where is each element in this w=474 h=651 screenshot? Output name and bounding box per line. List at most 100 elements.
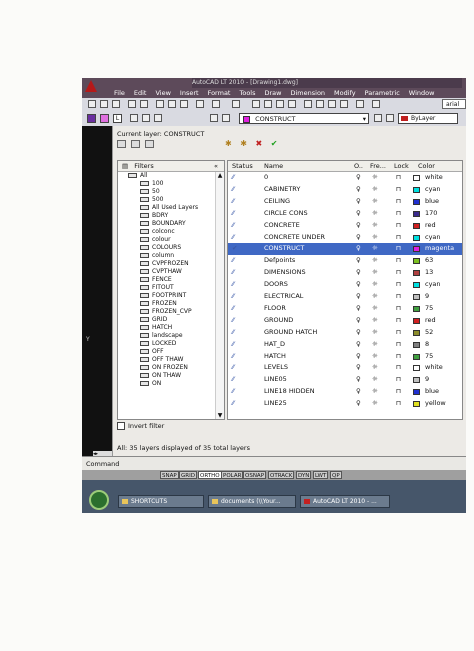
col-status[interactable]: Status (232, 161, 253, 171)
menu-window[interactable]: Window (405, 88, 440, 98)
sun-icon[interactable]: ☼ (372, 184, 378, 196)
save-icon[interactable] (112, 100, 120, 108)
undo-icon[interactable] (212, 100, 220, 108)
layer-row[interactable]: ⁄⁄ CONCRETE ♀ ☼ ⊓ red (228, 220, 462, 232)
lwt-toggle[interactable]: LWT (313, 471, 329, 479)
filter-tree-item[interactable]: All (118, 172, 216, 180)
polar-toggle[interactable]: POLAR (221, 471, 244, 479)
color-dropdown[interactable]: ByLayer (398, 113, 458, 124)
style-icon[interactable] (130, 114, 138, 122)
filter-scrollbar[interactable]: ▲ ▼ (215, 172, 224, 419)
filter-tree-item[interactable]: FOOTPRINT (118, 292, 216, 300)
layer-row[interactable]: ⁄⁄ DIMENSIONS ♀ ☼ ⊓ 13 (228, 267, 462, 279)
menu-edit[interactable]: Edit (130, 88, 152, 98)
ortho-toggle[interactable]: ORTHO (198, 471, 222, 479)
invert-filter-checkbox[interactable]: Invert filter (117, 422, 164, 430)
start-orb-icon[interactable] (89, 490, 109, 510)
col-lock[interactable]: Lock (394, 161, 409, 171)
collapse-button[interactable]: « (214, 161, 218, 171)
bulb-icon[interactable]: ♀ (356, 374, 361, 386)
toolpalettes-icon[interactable] (328, 100, 336, 108)
color-swatch-icon[interactable] (413, 329, 420, 336)
menu-dimension[interactable]: Dimension (286, 88, 330, 98)
sheetset-icon[interactable] (340, 100, 348, 108)
color-swatch-icon[interactable] (413, 282, 420, 289)
layer-row[interactable]: ⁄⁄ 0 ♀ ☼ ⊓ white (228, 172, 462, 184)
lock-icon[interactable]: ⊓ (396, 386, 401, 398)
filter-tree-item[interactable]: 50 (118, 188, 216, 196)
color-swatch-icon[interactable] (413, 389, 420, 396)
matchprop-icon[interactable] (196, 100, 204, 108)
task-documents[interactable]: documents (\\Your... (208, 495, 296, 508)
filter-tree-item[interactable]: BDRY (118, 212, 216, 220)
layer-row[interactable]: ⁄⁄ ELECTRICAL ♀ ☼ ⊓ 9 (228, 291, 462, 303)
sun-icon[interactable]: ☼ (372, 315, 378, 327)
filter-tree-item[interactable]: landscape (118, 332, 216, 340)
bulb-icon[interactable]: ♀ (356, 243, 361, 255)
lock-icon[interactable]: ⊓ (396, 172, 401, 184)
cut-icon[interactable] (156, 100, 164, 108)
lock-icon[interactable]: ⊓ (396, 398, 401, 410)
bulb-icon[interactable]: ♀ (356, 208, 361, 220)
menu-tools[interactable]: Tools (235, 88, 260, 98)
paste-icon[interactable] (180, 100, 188, 108)
layer-row[interactable]: ⁄⁄ Defpoints ♀ ☼ ⊓ 63 (228, 255, 462, 267)
lock-icon[interactable]: ⊓ (396, 232, 401, 244)
zoom-window-icon[interactable] (276, 100, 284, 108)
layer-row[interactable]: ⁄⁄ CABINETRY ♀ ☼ ⊓ cyan (228, 184, 462, 196)
filter-tree-item[interactable]: ON THAW (118, 372, 216, 380)
zoom-previous-icon[interactable] (288, 100, 296, 108)
layer-row[interactable]: ⁄⁄ CIRCLE CONS ♀ ☼ ⊓ 170 (228, 208, 462, 220)
calculator-icon[interactable] (356, 100, 364, 108)
sun-icon[interactable]: ☼ (372, 362, 378, 374)
layer-row[interactable]: ⁄⁄ LINE05 ♀ ☼ ⊓ 9 (228, 374, 462, 386)
layer-state-icon[interactable] (100, 114, 109, 123)
sun-icon[interactable]: ☼ (372, 279, 378, 291)
layer-row[interactable]: ⁄⁄ CEILING ♀ ☼ ⊓ blue (228, 196, 462, 208)
osnap-toggle[interactable]: OSNAP (243, 471, 267, 479)
sun-icon[interactable]: ☼ (372, 374, 378, 386)
filter-tree-item[interactable]: ON (118, 380, 216, 388)
color-swatch-icon[interactable] (413, 341, 420, 348)
filter-tree-item[interactable]: LOCKED (118, 340, 216, 348)
sun-icon[interactable]: ☼ (372, 291, 378, 303)
lock-icon[interactable]: ⊓ (396, 184, 401, 196)
bulb-icon[interactable]: ♀ (356, 184, 361, 196)
color-swatch-icon[interactable] (413, 222, 420, 229)
menu-insert[interactable]: Insert (176, 88, 204, 98)
col-on[interactable]: O.. (354, 161, 363, 171)
bulb-icon[interactable]: ♀ (356, 267, 361, 279)
lock-icon[interactable]: ⊓ (396, 315, 401, 327)
layer-sun-icon[interactable] (222, 114, 230, 122)
layer-bulb-icon[interactable] (210, 114, 218, 122)
color-swatch-icon[interactable] (413, 198, 420, 205)
sun-icon[interactable]: ☼ (372, 386, 378, 398)
dyn-toggle[interactable]: DYN (296, 471, 312, 479)
new-layer-frozen-icon[interactable]: ✱ (240, 140, 249, 148)
bulb-icon[interactable]: ♀ (356, 255, 361, 267)
command-line[interactable]: Command (82, 456, 466, 471)
sun-icon[interactable]: ☼ (372, 398, 378, 410)
filter-tree-item[interactable]: HATCH (118, 324, 216, 332)
lock-icon[interactable]: ⊓ (396, 339, 401, 351)
filter-tree-item[interactable]: COLOURS (118, 244, 216, 252)
color-swatch-icon[interactable] (413, 186, 420, 193)
layer-row[interactable]: ⁄⁄ FLOOR ♀ ☼ ⊓ 75 (228, 303, 462, 315)
sun-icon[interactable]: ☼ (372, 327, 378, 339)
menu-modify[interactable]: Modify (330, 88, 361, 98)
sun-icon[interactable]: ☼ (372, 208, 378, 220)
color-swatch-icon[interactable] (413, 365, 420, 372)
bulb-icon[interactable]: ♀ (356, 398, 361, 410)
tablestyle-icon[interactable] (154, 114, 162, 122)
scroll-up-icon[interactable]: ▲ (216, 172, 224, 180)
filter-tree-item[interactable]: CVPTHAW (118, 268, 216, 276)
color-swatch-icon[interactable] (413, 294, 420, 300)
bulb-icon[interactable]: ♀ (356, 196, 361, 208)
layer-row[interactable]: ⁄⁄ LINE25 ♀ ☼ ⊓ yellow (228, 398, 462, 410)
bulb-icon[interactable]: ♀ (356, 315, 361, 327)
color-swatch-icon[interactable] (413, 270, 420, 277)
layer-row[interactable]: ⁄⁄ GROUND ♀ ☼ ⊓ red (228, 315, 462, 327)
menu-parametric[interactable]: Parametric (361, 88, 405, 98)
filter-tree-item[interactable]: column (118, 252, 216, 260)
dimstyle-icon[interactable] (142, 114, 150, 122)
